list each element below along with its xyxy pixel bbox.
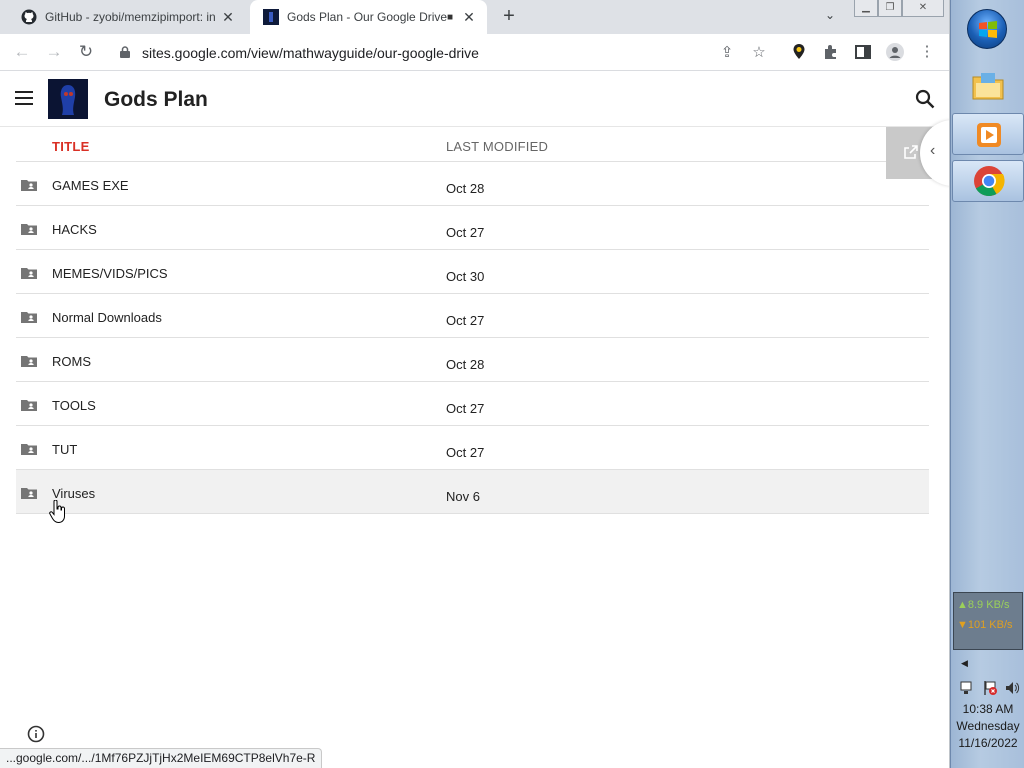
url-text[interactable]: sites.google.com/view/mathwayguide/our-g… <box>142 45 479 61</box>
upload-speed: ▲8.9 KB/s <box>957 599 1010 611</box>
extensions-puzzle-icon[interactable] <box>822 43 840 61</box>
shared-folder-icon <box>21 312 37 323</box>
clock-date: 11/16/2022 <box>958 736 1018 750</box>
tab-search-icon[interactable]: ⌄ <box>820 8 840 26</box>
folder-name[interactable]: HACKS <box>52 222 97 237</box>
close-tab-icon[interactable]: ✕ <box>218 9 238 26</box>
volume-icon[interactable] <box>1004 680 1020 696</box>
tab-title: GitHub - zyobi/memzipimport: in <box>45 10 216 24</box>
folder-name[interactable]: TUT <box>52 442 77 457</box>
last-modified-date: Oct 28 <box>446 181 485 196</box>
tab-audio-icon: ■ <box>446 11 453 23</box>
table-row[interactable]: GAMES EXE Oct 28 <box>16 162 929 206</box>
github-icon <box>21 9 37 25</box>
chevron-left-icon[interactable]: ‹ <box>930 142 935 160</box>
table-row[interactable]: TUT Oct 27 <box>16 426 929 470</box>
minimize-icon[interactable]: ▁ <box>854 0 878 17</box>
tab-gods-plan[interactable]: Gods Plan - Our Google Drive ■ ✕ <box>250 0 487 34</box>
media-player-icon <box>977 123 1001 147</box>
download-speed: ▼101 KB/s <box>957 619 1013 631</box>
shared-folder-icon <box>21 444 37 455</box>
table-row[interactable]: ROMS Oct 28 <box>16 338 929 382</box>
open-in-new-icon[interactable] <box>904 145 918 159</box>
shared-folder-icon <box>21 224 37 235</box>
folder-name[interactable]: GAMES EXE <box>52 178 129 193</box>
network-tray-icon[interactable] <box>959 680 975 696</box>
folder-name[interactable]: Normal Downloads <box>52 310 162 325</box>
browser-toolbar: ← → ↻ sites.google.com/view/mathwayguide… <box>0 34 949 71</box>
chrome-icon <box>974 166 1005 197</box>
side-panel-icon[interactable] <box>854 43 872 61</box>
start-button[interactable] <box>967 9 1007 49</box>
lock-icon[interactable] <box>120 46 130 58</box>
tab-title: Gods Plan - Our Google Drive <box>287 10 447 24</box>
restore-icon[interactable]: ❐ <box>878 0 902 17</box>
explorer-icon <box>972 73 1004 100</box>
reload-icon[interactable]: ↻ <box>74 40 98 64</box>
last-modified-date: Oct 27 <box>446 401 485 416</box>
chrome-window: GitHub - zyobi/memzipimport: in ✕ Gods P… <box>0 0 950 768</box>
table-row[interactable]: Normal Downloads Oct 27 <box>16 294 929 338</box>
shared-folder-icon <box>21 180 37 191</box>
profile-avatar-icon[interactable] <box>886 43 904 61</box>
tab-strip: GitHub - zyobi/memzipimport: in ✕ Gods P… <box>0 0 949 34</box>
folder-name[interactable]: ROMS <box>52 354 91 369</box>
hand-cursor-icon <box>49 500 65 524</box>
shared-folder-icon <box>21 400 37 411</box>
back-icon[interactable]: ← <box>10 40 34 64</box>
action-center-flag-icon[interactable] <box>982 680 998 696</box>
folder-name[interactable]: Viruses <box>52 486 95 501</box>
shared-folder-icon <box>21 268 37 279</box>
taskbar-media-player[interactable] <box>952 113 1024 155</box>
bookmark-star-icon[interactable]: ☆ <box>750 44 768 62</box>
site-favicon <box>263 9 279 25</box>
windows-taskbar: ▲8.9 KB/s ▼101 KB/s ◀ 10:38 AM Wednesday… <box>950 0 1024 768</box>
taskbar-chrome[interactable] <box>952 160 1024 202</box>
windows-logo-icon <box>979 21 997 38</box>
hamburger-menu-icon[interactable] <box>15 91 33 105</box>
drive-file-table: TITLE LAST MODIFIED GAMES EXE Oct 28 HACKS… <box>16 128 929 514</box>
search-icon[interactable] <box>915 89 935 109</box>
tab-github[interactable]: GitHub - zyobi/memzipimport: in ✕ <box>8 0 246 34</box>
last-modified-date: Oct 27 <box>446 225 485 240</box>
site-logo[interactable] <box>48 79 88 119</box>
site-header: Gods Plan <box>0 71 949 127</box>
last-modified-date: Nov 6 <box>446 489 480 504</box>
last-modified-date: Oct 27 <box>446 445 485 460</box>
folder-name[interactable]: TOOLS <box>52 398 96 413</box>
table-row[interactable]: HACKS Oct 27 <box>16 206 929 250</box>
chrome-menu-icon[interactable]: ⋮ <box>918 43 936 61</box>
shared-folder-icon <box>21 356 37 367</box>
table-header: TITLE LAST MODIFIED <box>16 128 929 162</box>
close-window-icon[interactable]: ✕ <box>902 0 944 17</box>
column-header-title[interactable]: TITLE <box>52 139 90 154</box>
last-modified-date: Oct 27 <box>446 313 485 328</box>
table-row[interactable]: MEMES/VIDS/PICS Oct 30 <box>16 250 929 294</box>
folder-name[interactable]: MEMES/VIDS/PICS <box>52 266 168 281</box>
table-row[interactable]: Viruses Nov 6 <box>16 470 929 514</box>
close-tab-icon[interactable]: ✕ <box>459 9 479 26</box>
tray-expand-icon[interactable]: ◀ <box>961 658 968 669</box>
share-icon[interactable]: ⇪ <box>718 44 736 62</box>
new-tab-button[interactable]: + <box>498 5 520 27</box>
table-body: GAMES EXE Oct 28 HACKS Oct 27 MEMES/VIDS/PIC… <box>16 162 929 514</box>
screen: GitHub - zyobi/memzipimport: in ✕ Gods P… <box>0 0 1024 768</box>
location-extension-icon[interactable] <box>790 43 808 61</box>
network-meter: ▲8.9 KB/s ▼101 KB/s <box>953 592 1023 650</box>
forward-icon[interactable]: → <box>42 40 66 64</box>
last-modified-date: Oct 28 <box>446 357 485 372</box>
status-bar-url: ...google.com/.../1Mf76PZJjTjHx2MeIEM69C… <box>0 748 323 768</box>
last-modified-date: Oct 30 <box>446 269 485 284</box>
column-header-last-modified[interactable]: LAST MODIFIED <box>446 139 548 154</box>
site-title[interactable]: Gods Plan <box>104 88 208 112</box>
window-controls: ▁ ❐ ✕ <box>854 0 944 18</box>
clock-time: 10:38 AM <box>962 702 1014 716</box>
clock-day: Wednesday <box>956 719 1020 733</box>
info-icon[interactable] <box>27 725 45 743</box>
address-bar[interactable]: sites.google.com/view/mathwayguide/our-g… <box>110 38 780 67</box>
taskbar-explorer[interactable] <box>952 65 1024 107</box>
table-row[interactable]: TOOLS Oct 27 <box>16 382 929 426</box>
shared-folder-icon <box>21 488 37 499</box>
system-clock[interactable]: 10:38 AM Wednesday 11/16/2022 <box>951 701 1024 752</box>
